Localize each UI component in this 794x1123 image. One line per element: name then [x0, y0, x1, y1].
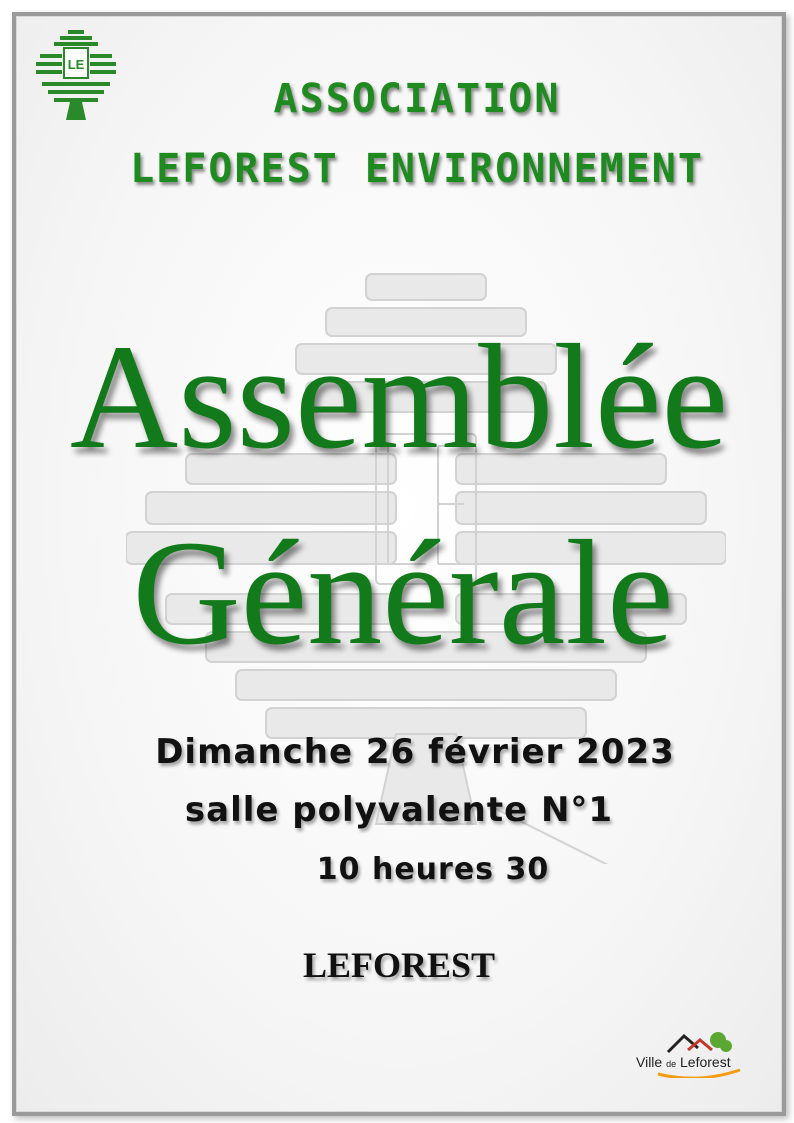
ville-de-leforest-logo: Ville de Leforest	[628, 1024, 758, 1080]
event-place: LEFOREST	[302, 945, 496, 985]
association-line1: ASSOCIATION	[273, 76, 561, 122]
association-line2: LEFOREST ENVIRONNEMENT	[130, 146, 704, 192]
title-line1: Assemblée	[69, 314, 729, 480]
poster-page: LE ASSOCIATION LEFOREST ENVIRONNEMENT As…	[12, 12, 786, 1116]
event-time: 10 heures 30	[316, 852, 550, 887]
event-date: Dimanche 26 février 2023	[155, 732, 675, 772]
ville-prefix: Ville	[636, 1054, 663, 1070]
title-line2: Générale	[132, 510, 674, 676]
ville-name: Leforest	[680, 1054, 731, 1070]
logo-letters: LE	[68, 57, 85, 72]
event-venue: salle polyvalente N°1	[184, 790, 614, 830]
ville-middle: de	[666, 1059, 677, 1069]
